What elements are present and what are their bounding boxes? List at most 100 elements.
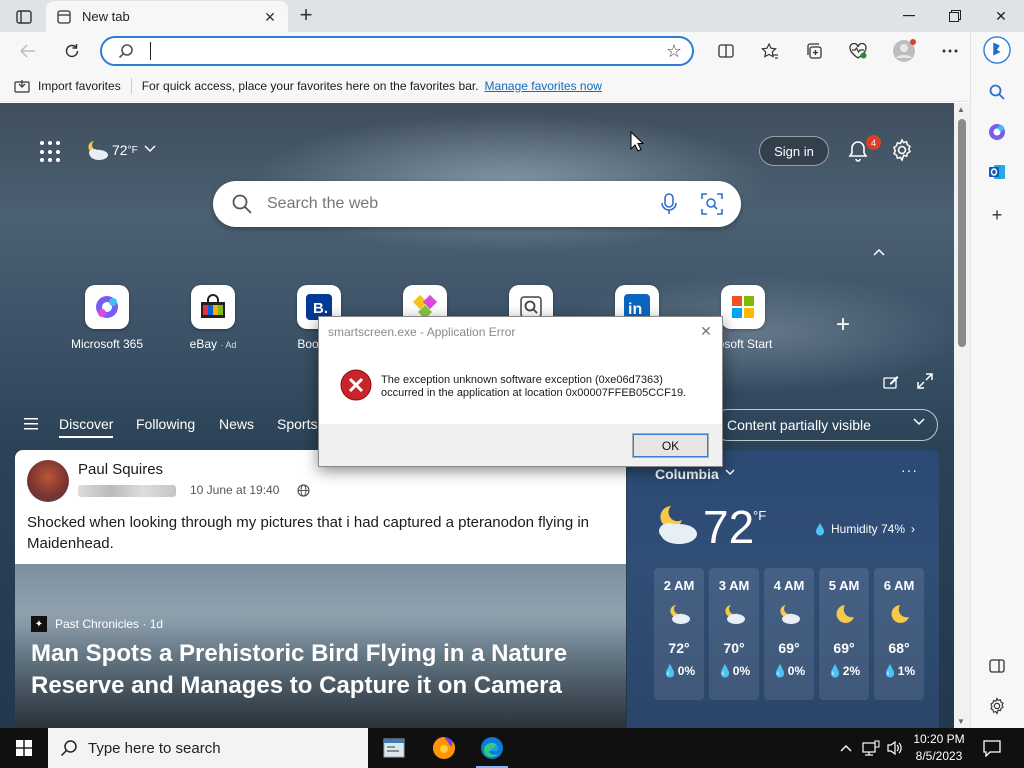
- microphone-icon[interactable]: [659, 193, 679, 215]
- sign-in-button[interactable]: Sign in: [759, 136, 829, 166]
- expand-icon[interactable]: [917, 373, 933, 389]
- edit-layout-icon[interactable]: [883, 373, 899, 389]
- quick-link-label: Microsoft 365: [70, 337, 144, 351]
- firefox-icon[interactable]: [420, 728, 468, 768]
- import-favorites-button[interactable]: Import favorites: [14, 79, 121, 93]
- microsoft-365-icon[interactable]: [983, 118, 1011, 146]
- web-search-box[interactable]: [213, 181, 741, 227]
- taskbar-clock[interactable]: 10:20 PM 8/5/2023: [906, 731, 972, 765]
- collections-icon[interactable]: [800, 37, 828, 65]
- app-launcher-icon[interactable]: [40, 141, 62, 163]
- scroll-up-icon[interactable]: ▲: [957, 105, 965, 114]
- search-icon[interactable]: [983, 78, 1011, 106]
- tab-sports[interactable]: Sports: [277, 416, 317, 432]
- clock-time: 10:20 PM: [913, 732, 965, 746]
- globe-icon: [297, 484, 310, 497]
- volume-icon[interactable]: [884, 728, 906, 768]
- address-bar[interactable]: ☆: [100, 36, 694, 66]
- error-message-line2: occurred in the application at location …: [381, 387, 687, 399]
- author-name[interactable]: Paul Squires: [78, 461, 163, 478]
- favorites-bar: Import favorites For quick access, place…: [0, 70, 970, 102]
- moon-icon: [891, 605, 909, 623]
- windows-start-icon[interactable]: [0, 728, 48, 768]
- network-icon[interactable]: [860, 728, 882, 768]
- quick-link-microsoft-365[interactable]: Microsoft 365: [52, 285, 162, 351]
- tab-news[interactable]: News: [219, 416, 254, 432]
- browser-essentials-icon[interactable]: [844, 37, 872, 65]
- humidity[interactable]: Humidity 74% ›: [815, 522, 915, 536]
- author-avatar: [27, 460, 69, 502]
- hourly-item[interactable]: 2 AM 72° 💧0%: [654, 568, 704, 700]
- page-scrollbar[interactable]: ▲ ▼: [954, 103, 970, 728]
- weather-card[interactable]: Columbia ··· 72 °F Humidity 74% › 2 AM 7…: [627, 450, 939, 728]
- taskbar-app-window-icon[interactable]: [370, 728, 418, 768]
- new-tab-button[interactable]: +: [294, 4, 318, 28]
- add-sidebar-app-icon[interactable]: +: [983, 201, 1011, 229]
- moon-icon: [836, 605, 854, 623]
- hourly-forecast: 2 AM 72° 💧0% 3 AM 70° 💧0% 4 AM 69° 💧0% 5…: [654, 568, 924, 700]
- partly-cloudy-night-icon: [670, 605, 690, 624]
- add-quick-link-button[interactable]: +: [836, 311, 850, 339]
- weather-location[interactable]: Columbia: [655, 466, 719, 482]
- visual-search-icon[interactable]: [701, 193, 723, 215]
- tab-discover[interactable]: Discover: [59, 416, 114, 438]
- scroll-down-icon[interactable]: ▼: [957, 717, 965, 726]
- chevron-down-icon[interactable]: [725, 468, 735, 479]
- browser-toolbar: ☆: [0, 32, 1024, 70]
- restore-icon[interactable]: [932, 0, 978, 32]
- source-logo-icon: ✦: [31, 616, 47, 632]
- collapse-chevron-icon[interactable]: [873, 245, 885, 259]
- more-options-icon[interactable]: ···: [901, 462, 918, 478]
- partly-cloudy-night-icon: [659, 506, 697, 544]
- scrollbar-thumb[interactable]: [958, 119, 966, 347]
- hide-sidebar-icon[interactable]: [983, 652, 1011, 680]
- tab-new-tab[interactable]: New tab ✕: [46, 1, 288, 32]
- hour-temp: 69°: [833, 640, 855, 656]
- web-search-input[interactable]: [267, 192, 647, 216]
- close-icon[interactable]: ✕: [696, 321, 716, 341]
- close-window-icon[interactable]: ✕: [978, 0, 1024, 32]
- hourly-item[interactable]: 4 AM 69° 💧0%: [764, 568, 814, 700]
- hourly-item[interactable]: 3 AM 70° 💧0%: [709, 568, 759, 700]
- article-headline[interactable]: Man Spots a Prehistoric Bird Flying in a…: [31, 638, 591, 702]
- taskbar-search-box[interactable]: Type here to search: [48, 728, 368, 768]
- svg-text:B.: B.: [313, 300, 328, 317]
- manage-favorites-link[interactable]: Manage favorites now: [485, 79, 602, 93]
- post-text: Shocked when looking through my pictures…: [27, 514, 590, 552]
- feed-card[interactable]: Paul Squires 10 June at 19:40 Shocked wh…: [15, 450, 626, 728]
- show-hidden-icons-icon[interactable]: [836, 728, 856, 768]
- tab-following[interactable]: Following: [136, 416, 195, 432]
- settings-more-icon[interactable]: [936, 37, 964, 65]
- quick-link-ebay[interactable]: eBay · Ad: [158, 285, 268, 351]
- tab-actions-icon[interactable]: [8, 6, 40, 28]
- sidebar-settings-icon[interactable]: [983, 692, 1011, 720]
- refresh-icon[interactable]: [58, 37, 86, 65]
- weather-mini-unit: °F: [127, 144, 138, 156]
- gear-icon[interactable]: [890, 138, 914, 162]
- content-visibility-dropdown[interactable]: Content partially visible: [712, 409, 938, 441]
- split-screen-icon[interactable]: [712, 37, 740, 65]
- menu-icon[interactable]: [24, 418, 38, 430]
- hour-precip: 💧0%: [662, 664, 696, 678]
- profile-avatar[interactable]: [890, 37, 918, 65]
- hour-precip: 💧0%: [717, 664, 751, 678]
- hourly-item[interactable]: 6 AM 68° 💧1%: [874, 568, 924, 700]
- copilot-icon[interactable]: [983, 36, 1011, 64]
- edge-taskbar-icon[interactable]: [468, 728, 516, 768]
- favorite-star-icon[interactable]: ☆: [666, 41, 682, 62]
- address-input[interactable]: [154, 41, 634, 61]
- notifications-icon[interactable]: [978, 728, 1006, 768]
- partly-cloudy-night-icon: [88, 141, 108, 160]
- outlook-icon[interactable]: [983, 158, 1011, 186]
- article-source[interactable]: ✦ Past Chronicles · 1d: [31, 616, 163, 632]
- weather-mini[interactable]: 72 °F: [84, 139, 156, 161]
- favorites-icon[interactable]: [756, 37, 784, 65]
- back-icon[interactable]: [14, 37, 42, 65]
- import-favorites-label: Import favorites: [38, 78, 121, 93]
- tab-title: New tab: [82, 9, 130, 24]
- close-tab-icon[interactable]: ✕: [262, 9, 278, 25]
- ok-button[interactable]: OK: [632, 433, 709, 458]
- hourly-item[interactable]: 5 AM 69° 💧2%: [819, 568, 869, 700]
- notification-badge: 4: [866, 135, 881, 150]
- minimize-icon[interactable]: [886, 0, 932, 32]
